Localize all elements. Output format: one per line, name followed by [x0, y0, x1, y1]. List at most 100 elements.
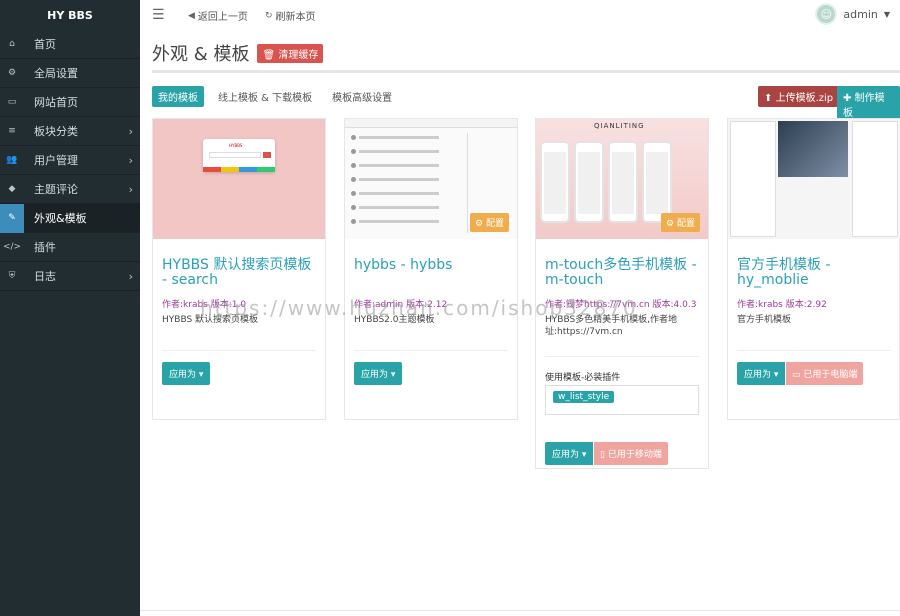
sidebar-item-site-home[interactable]: ▭ 网站首页 [0, 88, 140, 117]
template-desc: 官方手机模板 [737, 315, 792, 325]
sidebar-item-users[interactable]: 👥 用户管理 › [0, 146, 140, 175]
users-icon: 👥 [6, 155, 18, 165]
menu-toggle-icon[interactable]: ☰ [152, 7, 165, 23]
divider [354, 350, 508, 351]
template-thumbnail [728, 119, 900, 239]
sidebar-item-logs[interactable]: ⛨ 日志 › [0, 262, 140, 291]
divider [152, 70, 900, 73]
template-desc: HYBBS 默认搜索页模板 [162, 315, 259, 325]
apply-label: 应用为 [169, 370, 197, 380]
template-meta: 作者:krabs 版本:1.0 [162, 300, 247, 310]
home-icon: ⌂ [9, 39, 15, 49]
sidebar-item-label: 板块分类 [34, 125, 78, 138]
page-header: 外观 & 模板 🗑 清理缓存 [152, 40, 324, 66]
make-template-button[interactable]: ✚ 制作模板 [837, 86, 900, 122]
refresh-label: 刷新本页 [275, 12, 316, 23]
apply-as-button[interactable]: 应用为 ▾ [737, 362, 786, 385]
user-menu[interactable]: ☺ admin ▼ [815, 3, 890, 25]
chevron-right-icon: › [128, 153, 133, 167]
back-link[interactable]: ◀ 返回上一页 [188, 8, 248, 24]
apply-label: 应用为 [744, 370, 772, 380]
template-desc: HYBBS2.0主题模板 [354, 315, 435, 325]
sidebar-item-boards[interactable]: ≡ 板块分类 › [0, 117, 140, 146]
config-label: 配置 [676, 219, 695, 229]
chevron-right-icon: › [128, 269, 133, 283]
clear-cache-label: 清理缓存 [278, 49, 319, 61]
sidebar-item-topics[interactable]: ◆ 主题评论 › [0, 175, 140, 204]
template-thumbnail: ⚙ 配置 [345, 119, 517, 239]
apply-as-button[interactable]: 应用为 ▾ [162, 362, 211, 385]
tab-bar: 我的模板 线上模板 & 下载模板 模板高级设置 [152, 86, 398, 107]
caret-down-icon: ▾ [773, 370, 779, 380]
apply-label: 应用为 [552, 450, 580, 460]
config-button[interactable]: ⚙ 配置 [661, 213, 700, 232]
template-thumbnail: QIANLITING ⚙ 配置 [536, 119, 708, 239]
tab-online-templates[interactable]: 线上模板 & 下载模板 [212, 86, 318, 107]
trash-icon: 🗑 [262, 49, 276, 61]
sidebar-item-global-settings[interactable]: ⚙ 全局设置 [0, 59, 140, 88]
thumb-title: QIANLITING [594, 122, 645, 130]
used-for-mobile-button[interactable]: ▯ 已用于移动端 [594, 442, 668, 465]
divider [140, 610, 900, 611]
sidebar-item-home[interactable]: ⌂ 首页 [0, 30, 140, 59]
brand-logo[interactable]: HY BBS [0, 0, 140, 30]
brush-icon: ✎ [0, 203, 24, 233]
config-label: 配置 [485, 219, 504, 229]
back-label: 返回上一页 [197, 12, 248, 23]
tab-template-settings[interactable]: 模板高级设置 [326, 86, 398, 107]
gear-icon: ⚙ [7, 68, 17, 78]
caret-down-icon: ▾ [581, 450, 587, 460]
template-title: 官方手机模板 - hy_moblie [737, 257, 831, 288]
clear-cache-button[interactable]: 🗑 清理缓存 [257, 43, 324, 63]
desktop-icon: ▭ [792, 370, 801, 380]
sidebar-item-label: 用户管理 [34, 154, 78, 167]
back-circle-icon: ◀ [188, 10, 195, 21]
sidebar: ⌂ 首页 ⚙ 全局设置 ▭ 网站首页 ≡ 板块分类 › 👥 用户管理 › ◆ 主… [0, 30, 140, 616]
divider [737, 350, 891, 351]
template-title: m-touch多色手机模板 - m-touch [545, 257, 697, 288]
sidebar-item-label: 主题评论 [34, 183, 78, 196]
mobile-icon: ▯ [600, 450, 605, 460]
template-desc: HYBBS多色精美手机模板,作者地址:https://7vm.cn [545, 315, 678, 337]
tag-icon: ◆ [8, 184, 16, 194]
sidebar-item-plugins[interactable]: </> 插件 [0, 233, 140, 262]
apply-label: 应用为 [361, 370, 389, 380]
caret-down-icon: ▾ [390, 370, 396, 380]
page-title: 外观 & 模板 [152, 44, 250, 65]
template-meta: 作者:admin 版本:2.12 [354, 300, 448, 310]
code-icon: </> [2, 242, 22, 252]
refresh-icon: ↻ [265, 10, 273, 21]
upload-label: 上传模板.zip [775, 93, 834, 104]
upload-template-button[interactable]: ⬆ 上传模板.zip [758, 86, 840, 107]
template-meta: 作者:阀梦https://7vm.cn 版本:4.0.3 [545, 300, 697, 310]
username: admin [843, 7, 878, 21]
template-title: HYBBS 默认搜索页模板 - search [162, 257, 312, 288]
template-title: hybbs - hybbs [354, 257, 453, 273]
state-label: 已用于移动端 [607, 450, 662, 460]
plus-icon: ✚ [843, 93, 852, 104]
config-button[interactable]: ⚙ 配置 [470, 213, 509, 232]
apply-as-button[interactable]: 应用为 ▾ [354, 362, 403, 385]
caret-down-icon: ▾ [198, 370, 204, 380]
monitor-icon: ▭ [7, 97, 17, 107]
sidebar-item-themes[interactable]: ✎ 外观&模板 [0, 203, 140, 233]
plugin-tag[interactable]: w_list_style [553, 391, 615, 403]
used-for-desktop-button[interactable]: ▭ 已用于电脑端 [786, 362, 864, 385]
sidebar-item-label: 插件 [34, 241, 56, 254]
template-card-hy-moblie: 官方手机模板 - hy_moblie 作者:krabs 版本:2.92 官方手机… [727, 118, 900, 420]
divider [162, 350, 316, 351]
template-card-hybbs: ⚙ 配置 hybbs - hybbs 作者:admin 版本:2.12 HYBB… [344, 118, 518, 420]
template-thumbnail: HYBBS [153, 119, 325, 239]
refresh-link[interactable]: ↻ 刷新本页 [265, 8, 316, 24]
top-bar: HY BBS ☰ ◀ 返回上一页 ↻ 刷新本页 ☺ admin ▼ [0, 0, 900, 30]
logo-mark: HYBBS [229, 143, 243, 148]
tab-my-templates[interactable]: 我的模板 [152, 86, 204, 107]
sidebar-item-label: 全局设置 [34, 67, 78, 80]
required-plugins-box: w_list_style [545, 385, 699, 415]
chevron-right-icon: › [128, 182, 133, 196]
main-content: 外观 & 模板 🗑 清理缓存 我的模板 线上模板 & 下载模板 模板高级设置 ⬆… [140, 30, 900, 616]
avatar: ☺ [815, 3, 838, 25]
apply-as-button[interactable]: 应用为 ▾ [545, 442, 594, 465]
template-card-search: HYBBS HYBBS 默认搜索页模板 - search 作者:krabs 版本… [152, 118, 326, 420]
caret-down-icon: ▼ [883, 9, 890, 19]
